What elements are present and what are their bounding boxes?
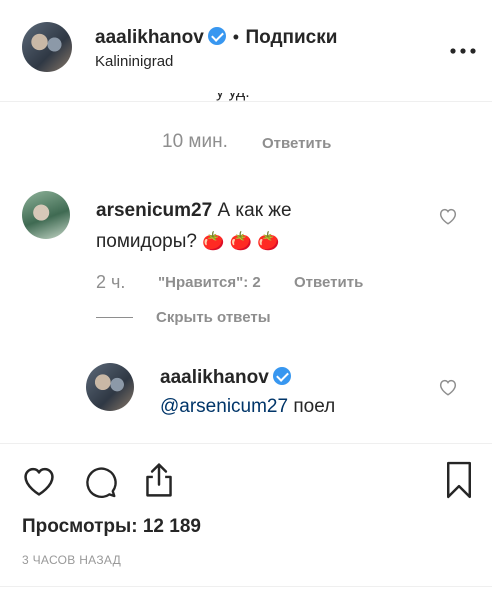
verified-badge-icon bbox=[208, 27, 227, 45]
tomato-emoji: 🍅 🍅 🍅 bbox=[202, 231, 280, 251]
comment-text: А как же bbox=[217, 200, 292, 221]
verified-badge-icon bbox=[273, 367, 292, 385]
partial-comment-text: у уд. bbox=[216, 93, 276, 103]
hide-replies-line bbox=[96, 317, 133, 318]
header-location[interactable]: Kalininigrad bbox=[95, 53, 173, 70]
reply-username[interactable]: aaalikhanov bbox=[160, 367, 269, 388]
reply-text-row: @arsenicum27 поел bbox=[160, 396, 335, 418]
comment-text-line2: помидоры? bbox=[96, 231, 197, 252]
comment-time: 10 мин. bbox=[162, 131, 228, 152]
comment-username[interactable]: arsenicum27 bbox=[96, 200, 212, 221]
comment-like-heart-icon[interactable] bbox=[437, 205, 459, 232]
reply-header: aaalikhanov bbox=[160, 367, 292, 389]
comment-likes-count[interactable]: "Нравится": 2 bbox=[158, 274, 261, 291]
comment-time-2: 2 ч. bbox=[96, 272, 126, 292]
mention-link[interactable]: @arsenicum27 bbox=[160, 396, 288, 417]
header-avatar[interactable] bbox=[22, 22, 72, 72]
comment-icon[interactable] bbox=[82, 463, 118, 499]
reply-button[interactable]: Ответить bbox=[262, 135, 331, 152]
hide-replies-button[interactable]: Скрыть ответы bbox=[156, 309, 271, 326]
actions-divider bbox=[0, 443, 492, 444]
header-username[interactable]: aaalikhanov bbox=[95, 27, 204, 48]
reply-like-heart-icon[interactable] bbox=[437, 376, 459, 403]
comment-body: arsenicum27 А как же помидоры? 🍅 🍅 🍅 bbox=[96, 196, 396, 257]
reply-avatar[interactable] bbox=[86, 363, 134, 411]
comment-avatar[interactable] bbox=[22, 191, 70, 239]
heart-icon[interactable] bbox=[20, 462, 58, 500]
reply-text: поел bbox=[293, 396, 336, 417]
header-username-row: aaalikhanov • Подписки bbox=[95, 27, 337, 49]
bottom-divider bbox=[0, 586, 492, 587]
views-count[interactable]: Просмотры: 12 189 bbox=[22, 516, 201, 538]
more-options-icon[interactable] bbox=[450, 42, 476, 54]
bookmark-icon[interactable] bbox=[443, 460, 475, 500]
post-timestamp: 3 ЧАСОВ НАЗАД bbox=[22, 553, 122, 567]
reply-button-2[interactable]: Ответить bbox=[294, 274, 363, 291]
share-icon[interactable] bbox=[140, 460, 178, 500]
header-separator: • bbox=[232, 27, 239, 47]
follow-button[interactable]: Подписки bbox=[245, 27, 337, 48]
